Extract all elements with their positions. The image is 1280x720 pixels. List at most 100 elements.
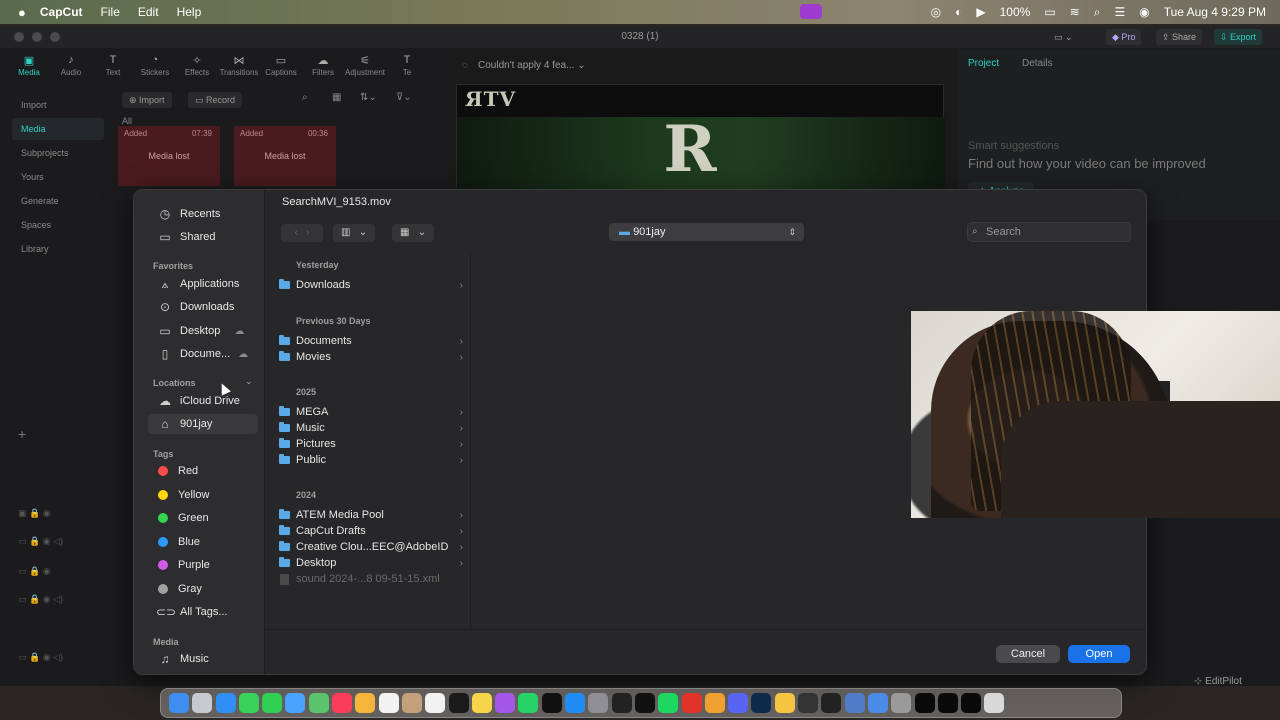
- media-clip-1[interactable]: Added 07:39 Media lost: [118, 126, 220, 186]
- zoom-window-button[interactable]: [50, 32, 60, 42]
- mail-icon[interactable]: [285, 693, 306, 713]
- screen-record-icon[interactable]: [800, 4, 822, 19]
- sidebar-item-applications[interactable]: ⟑ Applications: [156, 274, 239, 294]
- sidebar-tag-yellow[interactable]: Yellow: [154, 485, 209, 505]
- finder-icon[interactable]: [169, 693, 189, 713]
- sidebar-item-all-tags[interactable]: ⊂⊃ All Tags...: [156, 602, 228, 622]
- clock[interactable]: Tue Aug 4 9:29 PM: [1164, 5, 1266, 19]
- sidebar-item-901jay[interactable]: ⌂ 901jay: [148, 414, 258, 434]
- left-nav-item-subprojects[interactable]: Subprojects: [12, 142, 104, 164]
- tv-icon[interactable]: [448, 693, 469, 713]
- tool-transitions[interactable]: ⋈ Transitions: [218, 54, 260, 84]
- track-controls[interactable]: ▭ 🔒 ◉ ◁): [18, 652, 63, 663]
- left-nav-item-import[interactable]: Import: [12, 94, 104, 116]
- tool-filters[interactable]: ☁ Filters: [302, 54, 344, 84]
- tool-effects[interactable]: ✧ Effects: [176, 54, 218, 84]
- sidebar-tag-purple[interactable]: Purple: [154, 555, 210, 575]
- battery-icon[interactable]: ▭: [1044, 5, 1055, 19]
- podcasts-icon[interactable]: [495, 693, 516, 713]
- spotify-icon[interactable]: [658, 693, 679, 713]
- terminal-icon[interactable]: [821, 693, 842, 713]
- trash-icon[interactable]: [984, 693, 1005, 713]
- tool-text[interactable]: T Text: [92, 54, 134, 84]
- sidebar-item-desktop[interactable]: ▭ Desktop ☁: [156, 321, 244, 341]
- track-controls[interactable]: ▭ 🔒 ◉ ◁): [18, 594, 63, 605]
- tool-te[interactable]: T Te: [386, 54, 428, 84]
- settings-icon[interactable]: [588, 693, 609, 713]
- search-input[interactable]: ⌕ Search: [967, 222, 1131, 242]
- sidebar-item-documents[interactable]: ▯ Docume... ☁: [156, 344, 248, 364]
- apple-icon[interactable]: ●: [18, 5, 26, 20]
- facetime-icon[interactable]: [262, 693, 283, 713]
- tool-audio[interactable]: ♪ Audio: [50, 54, 92, 84]
- safari-icon[interactable]: [215, 693, 236, 713]
- minimize-window-button[interactable]: [32, 32, 42, 42]
- folder-row[interactable]: Music ›: [279, 420, 463, 436]
- folder-row[interactable]: Public ›: [279, 452, 463, 468]
- sidebar-tag-gray[interactable]: Gray: [154, 579, 202, 599]
- pro-button[interactable]: ◆ Pro: [1106, 29, 1142, 45]
- calendar-icon[interactable]: [378, 693, 399, 713]
- tool-captions[interactable]: ▭ Captions: [260, 54, 302, 84]
- sidebar-item-icloud-drive[interactable]: ☁ iCloud Drive: [156, 391, 240, 411]
- app-icon[interactable]: [891, 693, 912, 713]
- window-thumb-icon[interactable]: [937, 693, 958, 713]
- folder-row[interactable]: Documents ›: [279, 333, 463, 349]
- back-forward-buttons[interactable]: ‹ ›: [281, 224, 323, 242]
- open-button[interactable]: Open: [1068, 645, 1130, 663]
- tool-stickers[interactable]: ◔ Stickers: [134, 54, 176, 84]
- sidebar-tag-red[interactable]: Red: [154, 461, 198, 481]
- cancel-button[interactable]: Cancel: [996, 645, 1060, 663]
- folder-row[interactable]: Movies ›: [279, 349, 463, 365]
- preview-icon[interactable]: [844, 693, 865, 713]
- launchpad-icon[interactable]: [192, 693, 213, 713]
- filter-icon[interactable]: ⊽⌄: [396, 92, 412, 103]
- editpilot-button[interactable]: ⊹ EditPilot: [1194, 676, 1242, 687]
- add-track-icon[interactable]: +: [18, 426, 26, 442]
- record-icon[interactable]: [681, 693, 702, 713]
- tiktok-icon[interactable]: [541, 693, 562, 713]
- folder-row[interactable]: CapCut Drafts ›: [279, 523, 463, 539]
- folder-path-select[interactable]: ▬ 901jay ⇕: [609, 223, 804, 241]
- folder-row[interactable]: Pictures ›: [279, 436, 463, 452]
- sidebar-tag-green[interactable]: Green: [154, 508, 209, 528]
- close-window-button[interactable]: [14, 32, 24, 42]
- search-icon[interactable]: ⌕: [302, 92, 308, 103]
- track-lock-icon[interactable]: ▣ 🔒 ◉: [18, 508, 51, 519]
- folder-row[interactable]: Desktop ›: [279, 555, 463, 571]
- layout-icon[interactable]: ▭ ⌄: [1048, 29, 1079, 45]
- sidebar-item-music[interactable]: ♫ Music: [156, 649, 209, 669]
- menu-edit[interactable]: Edit: [138, 5, 159, 19]
- left-nav-item-library[interactable]: Library: [12, 238, 104, 260]
- media-clip-2[interactable]: Added 00:36 Media lost: [234, 126, 336, 186]
- wifi-sharing-icon[interactable]: ◎: [931, 5, 941, 19]
- video-icon[interactable]: [798, 693, 819, 713]
- sort-icon[interactable]: ⇅⌄: [360, 92, 377, 103]
- menu-file[interactable]: File: [101, 5, 120, 19]
- yellow-dot-icon[interactable]: [774, 693, 795, 713]
- notes-icon[interactable]: [471, 693, 492, 713]
- photos-icon[interactable]: [355, 693, 376, 713]
- files-icon[interactable]: [867, 693, 888, 713]
- sidebar-tag-blue[interactable]: Blue: [154, 532, 200, 552]
- left-nav-item-spaces[interactable]: Spaces: [12, 214, 104, 236]
- track-controls[interactable]: ▭ 🔒 ◉ ◁): [18, 536, 63, 547]
- contacts-icon[interactable]: [401, 693, 422, 713]
- sidebar-item-downloads[interactable]: ⊙ Downloads: [156, 297, 234, 317]
- window-thumb-icon[interactable]: [961, 693, 982, 713]
- discord-icon[interactable]: [728, 693, 749, 713]
- view-mode-button[interactable]: ▥ ⌄: [333, 224, 376, 242]
- menu-help[interactable]: Help: [177, 5, 202, 19]
- focus-icon[interactable]: ◐: [955, 5, 962, 19]
- tool-adjustment[interactable]: ⚟ Adjustment: [344, 54, 386, 84]
- folder-row[interactable]: Creative Clou...EEC@AdobeID ›: [279, 539, 463, 555]
- sidebar-item-recents[interactable]: ◷ Recents: [156, 204, 221, 224]
- tab-details[interactable]: Details: [1022, 58, 1053, 69]
- control-center-icon[interactable]: ☰: [1114, 5, 1125, 19]
- grid-mode-button[interactable]: ▦ ⌄: [392, 224, 435, 242]
- music-icon[interactable]: [332, 693, 353, 713]
- whatsapp-icon[interactable]: [518, 693, 539, 713]
- preview-status[interactable]: Couldn't apply 4 fea...: [478, 60, 574, 71]
- folder-row[interactable]: ATEM Media Pool ›: [279, 507, 463, 523]
- grid-view-icon[interactable]: ▦: [332, 92, 341, 103]
